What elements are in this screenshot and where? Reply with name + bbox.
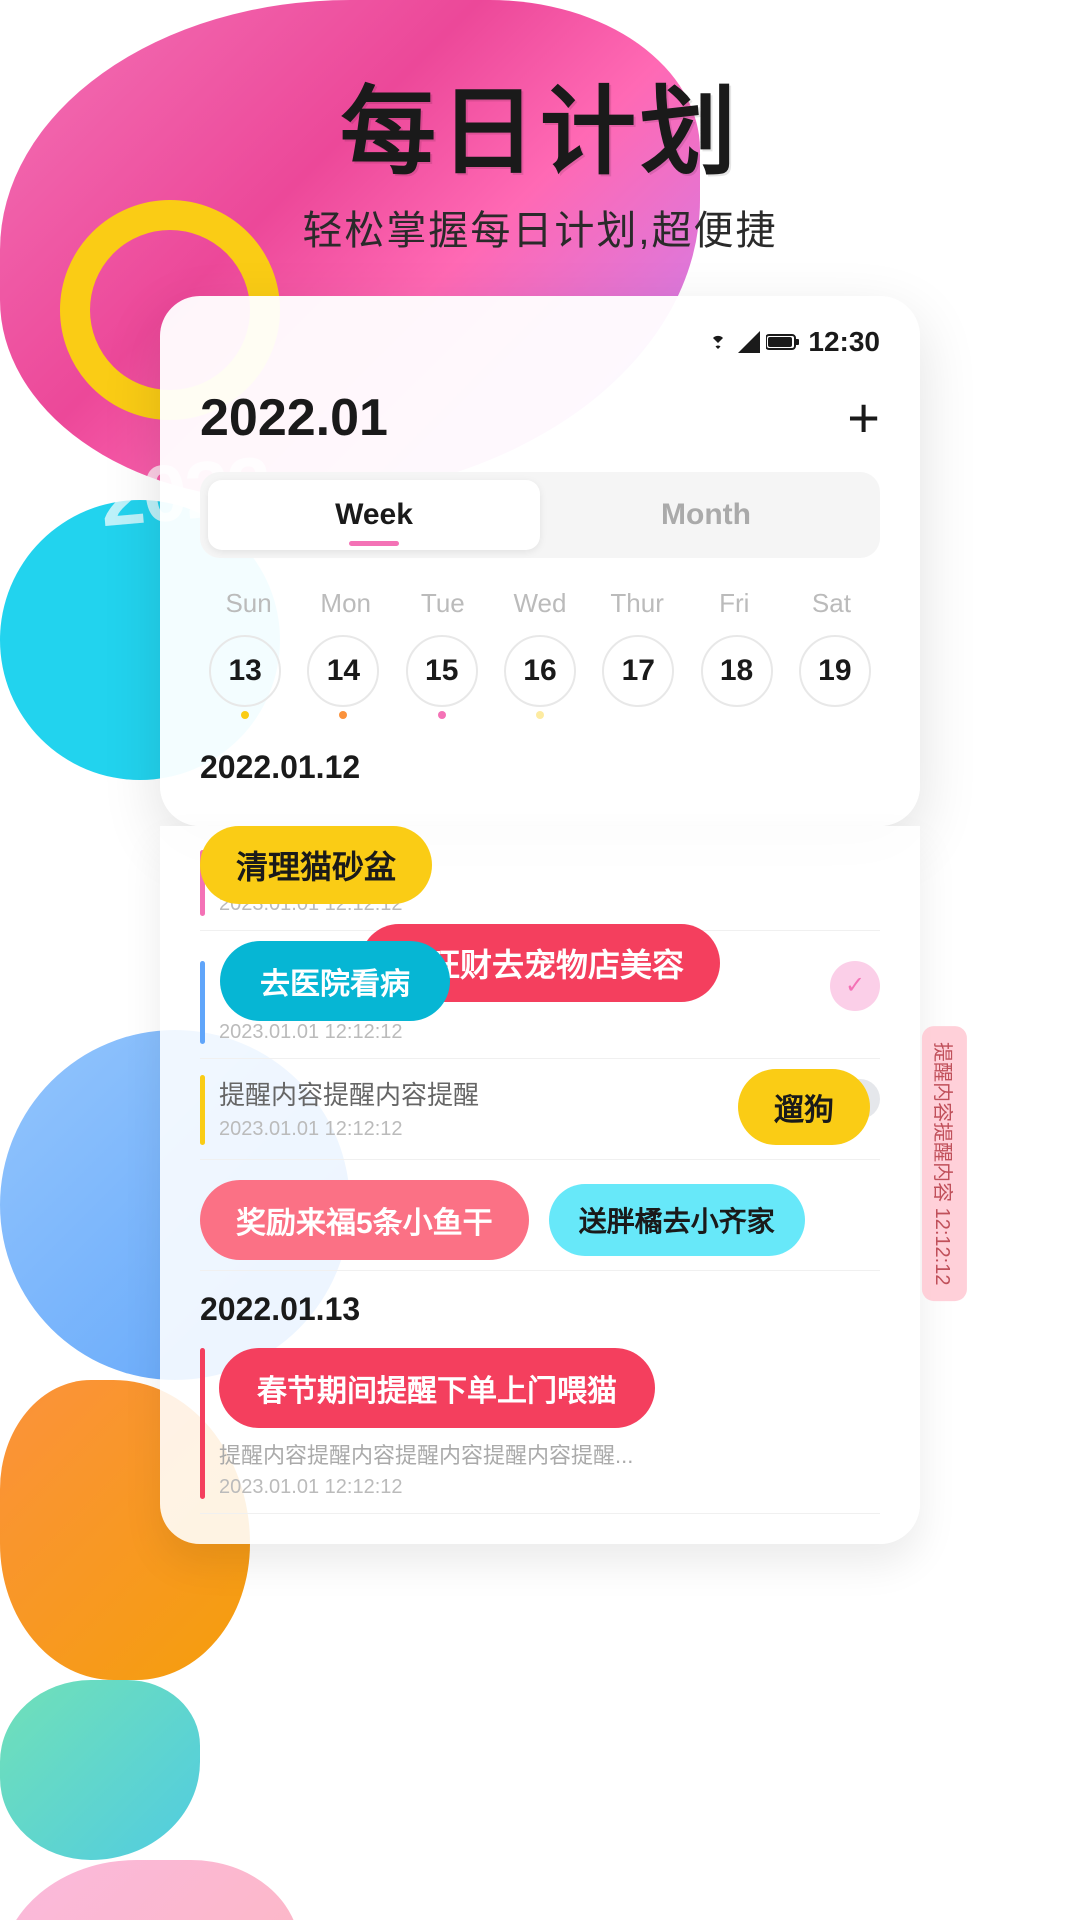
task-3-time: 2023.01.01 12:12:12 — [219, 1118, 826, 1141]
task-row-1: 容提醒内 2023.01.01 12:12:12 清理猫砂盆 带旺财去宠物店美容 — [200, 836, 880, 931]
week-tab[interactable]: Week — [208, 480, 540, 550]
task-row-4: 奖励来福5条小鱼干 送胖橘去小齐家 — [200, 1160, 880, 1271]
tag-qingmao[interactable]: 清理猫砂盆 — [200, 826, 432, 904]
tag-liugou[interactable]: 遛狗 — [738, 1069, 870, 1145]
day-cell-14[interactable]: 14 — [298, 635, 388, 719]
task-2-check[interactable]: ✓ — [830, 961, 880, 1011]
add-task-button[interactable]: + — [847, 390, 880, 446]
wifi-icon — [704, 331, 732, 353]
phone-card-area: 2022 — [160, 296, 920, 1544]
day-cell-17[interactable]: 17 — [593, 635, 683, 719]
task-row-2: 去医院看病 2023.01.01 12:12:12 ✓ — [200, 931, 880, 1059]
bg-blob-pink-bottom — [0, 1860, 300, 1920]
view-toggle: Week Month — [200, 472, 880, 558]
calendar-header: 2022.01 + — [200, 388, 880, 448]
task-2-time: 2023.01.01 12:12:12 — [219, 1021, 806, 1044]
task-group-1: 容提醒内 2023.01.01 12:12:12 清理猫砂盆 带旺财去宠物店美容 — [200, 836, 880, 1271]
day-header-sun: Sun — [200, 588, 297, 619]
header-section: 每日计划 轻松掌握每日计划,超便捷 — [0, 60, 1080, 286]
main-content: 每日计划 轻松掌握每日计划,超便捷 2022 — [0, 0, 1080, 1544]
group-date-2: 2022.01.13 — [200, 1291, 880, 1328]
right-deco-text: 提醒内容提醒内容 12:12:12 — [922, 1026, 967, 1301]
active-tab-indicator — [349, 541, 399, 546]
day-header-sat: Sat — [783, 588, 880, 619]
selected-date-label: 2022.01.12 — [200, 749, 880, 786]
task-5-time: 2023.01.01 12:12:12 — [219, 1476, 880, 1499]
day-header-tue: Tue — [394, 588, 491, 619]
day-header-mon: Mon — [297, 588, 394, 619]
task-row-5: 春节期间提醒下单上门喂猫 提醒内容提醒内容提醒内容提醒内容提醒... 2023.… — [200, 1338, 880, 1514]
task-indicator-blue — [200, 961, 205, 1044]
dot-15 — [438, 711, 446, 719]
day-header-fri: Fri — [686, 588, 783, 619]
day-cell-16[interactable]: 16 — [495, 635, 585, 719]
day-header-wed: Wed — [491, 588, 588, 619]
status-time: 12:30 — [808, 326, 880, 358]
day-cell-19[interactable]: 19 — [790, 635, 880, 719]
task-5-tag-container: 春节期间提醒下单上门喂猫 — [219, 1348, 880, 1428]
tag-jiaoyu[interactable]: 奖励来福5条小鱼干 — [200, 1180, 529, 1260]
task-4-tags-row: 奖励来福5条小鱼干 送胖橘去小齐家 — [200, 1180, 880, 1260]
month-tab[interactable]: Month — [540, 480, 872, 550]
day-headers: Sun Mon Tue Wed Thur Fri Sat — [200, 588, 880, 619]
battery-icon — [766, 333, 800, 351]
tag-chunjiemao[interactable]: 春节期间提醒下单上门喂猫 — [219, 1348, 655, 1428]
day-cell-18[interactable]: 18 — [691, 635, 781, 719]
dot-14 — [339, 711, 347, 719]
task-3-name: 提醒内容提醒内容提醒 — [219, 1075, 826, 1112]
day-cells: 13 14 15 16 17 1 — [200, 635, 880, 719]
task-indicator-red — [200, 1348, 205, 1499]
day-cell-15[interactable]: 15 — [397, 635, 487, 719]
task-5-name: 提醒内容提醒内容提醒内容提醒内容提醒... — [219, 1438, 880, 1470]
app-title: 每日计划 — [40, 80, 1040, 186]
tag-hospital[interactable]: 去医院看病 — [220, 941, 450, 1021]
signal-icon — [738, 331, 760, 353]
task-3-tag-container: 遛狗 — [738, 1069, 870, 1145]
main-card: 12:30 2022.01 + Week Month Sun Mon — [160, 296, 920, 826]
app-subtitle: 轻松掌握每日计划,超便捷 — [40, 198, 1040, 256]
task-indicator-yellow — [200, 1075, 205, 1145]
dot-13 — [241, 711, 249, 719]
status-bar: 12:30 — [200, 326, 880, 368]
task-list-container: 容提醒内 2023.01.01 12:12:12 清理猫砂盆 带旺财去宠物店美容 — [160, 826, 920, 1544]
day-cell-13[interactable]: 13 — [200, 635, 290, 719]
calendar-current-date: 2022.01 — [200, 388, 388, 448]
day-header-thur: Thur — [589, 588, 686, 619]
tag-songju[interactable]: 送胖橘去小齐家 — [549, 1184, 805, 1256]
status-icons — [704, 331, 800, 353]
task-row-3: 提醒内容提醒内容提醒 2023.01.01 12:12:12 遛狗 — [200, 1059, 880, 1160]
dot-16 — [536, 711, 544, 719]
task-2-tag-container: 去医院看病 — [220, 941, 450, 1021]
bg-blob-green — [0, 1680, 200, 1860]
